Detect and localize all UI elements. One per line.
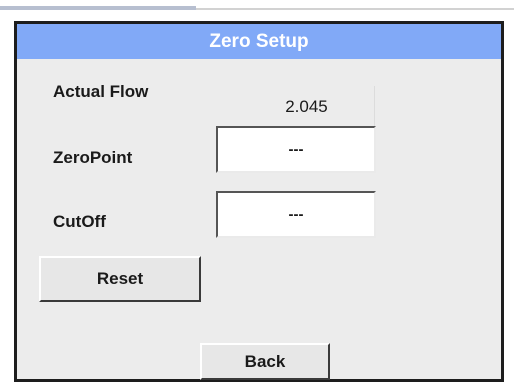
actual-flow-label: Actual Flow bbox=[53, 82, 149, 101]
zero-point-field[interactable]: --- bbox=[216, 126, 376, 173]
cut-off-field[interactable]: --- bbox=[216, 191, 376, 238]
zero-setup-dialog: Zero Setup Actual Flow 2.045 ZeroPoint -… bbox=[14, 21, 504, 382]
top-strip bbox=[0, 0, 514, 16]
zero-point-label: ZeroPoint bbox=[53, 148, 133, 167]
dialog-title: Zero Setup bbox=[17, 24, 501, 59]
reset-button[interactable]: Reset bbox=[39, 256, 201, 302]
top-divider-line bbox=[196, 8, 514, 10]
actual-flow-value: 2.045 bbox=[239, 86, 375, 128]
cut-off-label: CutOff bbox=[53, 212, 106, 231]
top-accent-bar bbox=[0, 6, 196, 10]
back-button[interactable]: Back bbox=[200, 343, 330, 380]
